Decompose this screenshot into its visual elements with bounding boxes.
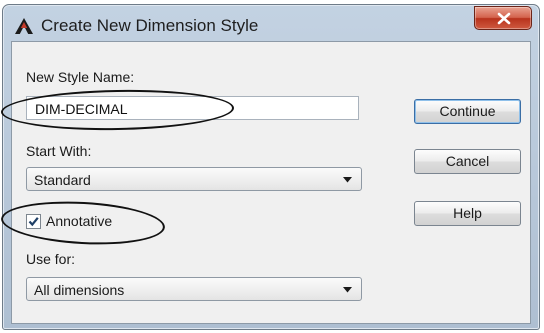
- title-bar[interactable]: Create New Dimension Style: [3, 5, 539, 41]
- start-with-dropdown[interactable]: Standard: [26, 167, 362, 191]
- close-button[interactable]: [474, 6, 532, 30]
- annotation-ellipse: [0, 87, 235, 133]
- continue-button[interactable]: Continue: [414, 99, 521, 124]
- start-with-value: Standard: [34, 172, 91, 188]
- use-for-value: All dimensions: [34, 282, 125, 298]
- chevron-down-icon: [343, 177, 352, 183]
- new-style-name-label: New Style Name:: [26, 69, 135, 85]
- help-button[interactable]: Help: [414, 201, 521, 226]
- annotation-ellipse: [0, 197, 166, 249]
- close-icon: [497, 12, 511, 25]
- chevron-down-icon: [343, 287, 352, 293]
- dialog-title: Create New Dimension Style: [41, 16, 259, 35]
- autocad-a-icon: [14, 17, 34, 35]
- start-with-label: Start With:: [26, 143, 92, 159]
- dialog-body: New Style Name: DIM-DECIMAL Start With: …: [0, 41, 531, 324]
- cancel-button[interactable]: Cancel: [414, 149, 521, 174]
- use-for-label: Use for:: [26, 251, 76, 267]
- use-for-dropdown[interactable]: All dimensions: [26, 277, 362, 301]
- create-dimension-style-dialog: Create New Dimension Style New Style Nam…: [0, 4, 540, 330]
